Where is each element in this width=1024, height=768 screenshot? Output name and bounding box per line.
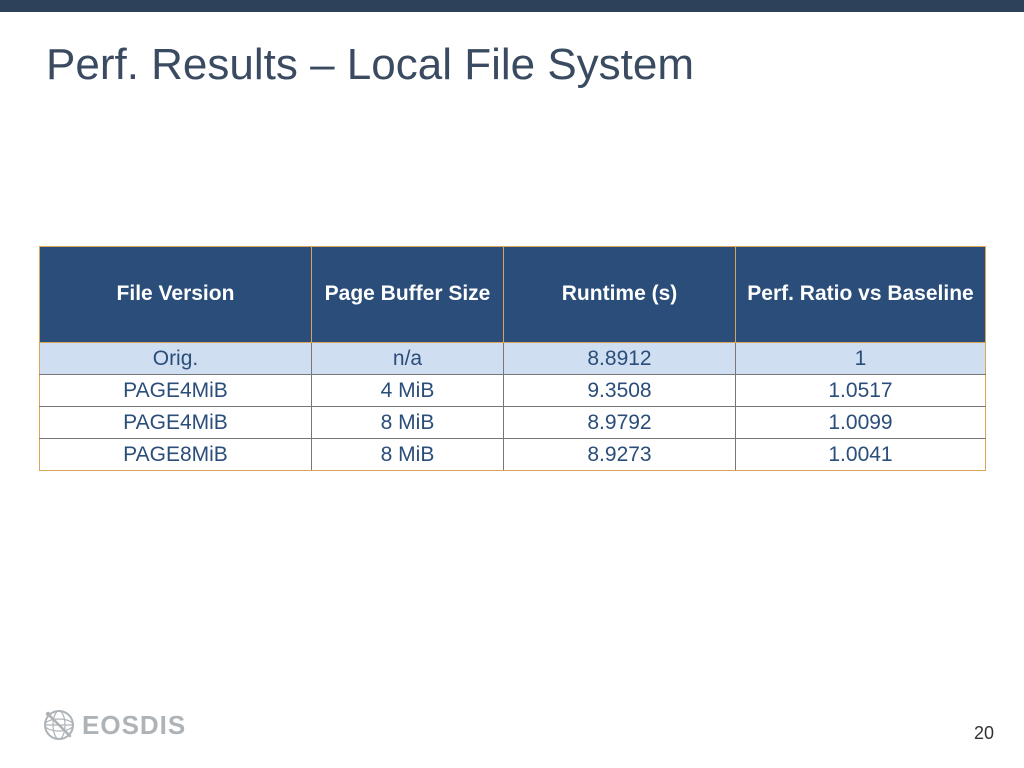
top-accent-bar [0, 0, 1024, 12]
table-body: Orig.n/a8.89121PAGE4MiB4 MiB9.35081.0517… [40, 343, 986, 471]
table-cell: 9.3508 [504, 375, 736, 407]
results-table-wrap: File Version Page Buffer Size Runtime (s… [39, 246, 985, 471]
results-table: File Version Page Buffer Size Runtime (s… [39, 246, 986, 471]
slide-body: Perf. Results – Local File System File V… [0, 12, 1024, 768]
col-header-page-buffer: Page Buffer Size [312, 247, 504, 343]
table-cell: 1.0041 [736, 439, 986, 471]
table-header-row: File Version Page Buffer Size Runtime (s… [40, 247, 986, 343]
page-number: 20 [974, 723, 994, 744]
table-cell: 1.0517 [736, 375, 986, 407]
table-row: Orig.n/a8.89121 [40, 343, 986, 375]
table-cell: 4 MiB [312, 375, 504, 407]
table-row: PAGE4MiB4 MiB9.35081.0517 [40, 375, 986, 407]
page-title: Perf. Results – Local File System [46, 40, 694, 90]
table-cell: PAGE8MiB [40, 439, 312, 471]
globe-icon [42, 708, 76, 742]
footer-logo: EOSDIS [42, 708, 186, 742]
table-cell: 8 MiB [312, 439, 504, 471]
table-cell: 1.0099 [736, 407, 986, 439]
table-cell: 8.9792 [504, 407, 736, 439]
table-cell: 8.8912 [504, 343, 736, 375]
col-header-runtime: Runtime (s) [504, 247, 736, 343]
table-row: PAGE8MiB8 MiB8.92731.0041 [40, 439, 986, 471]
table-cell: 8 MiB [312, 407, 504, 439]
table-cell: PAGE4MiB [40, 375, 312, 407]
table-cell: 8.9273 [504, 439, 736, 471]
table-cell: 1 [736, 343, 986, 375]
table-row: PAGE4MiB8 MiB8.97921.0099 [40, 407, 986, 439]
col-header-file-version: File Version [40, 247, 312, 343]
table-cell: Orig. [40, 343, 312, 375]
table-cell: n/a [312, 343, 504, 375]
brand-text: EOSDIS [82, 710, 186, 741]
col-header-perf-ratio: Perf. Ratio vs Baseline [736, 247, 986, 343]
table-cell: PAGE4MiB [40, 407, 312, 439]
